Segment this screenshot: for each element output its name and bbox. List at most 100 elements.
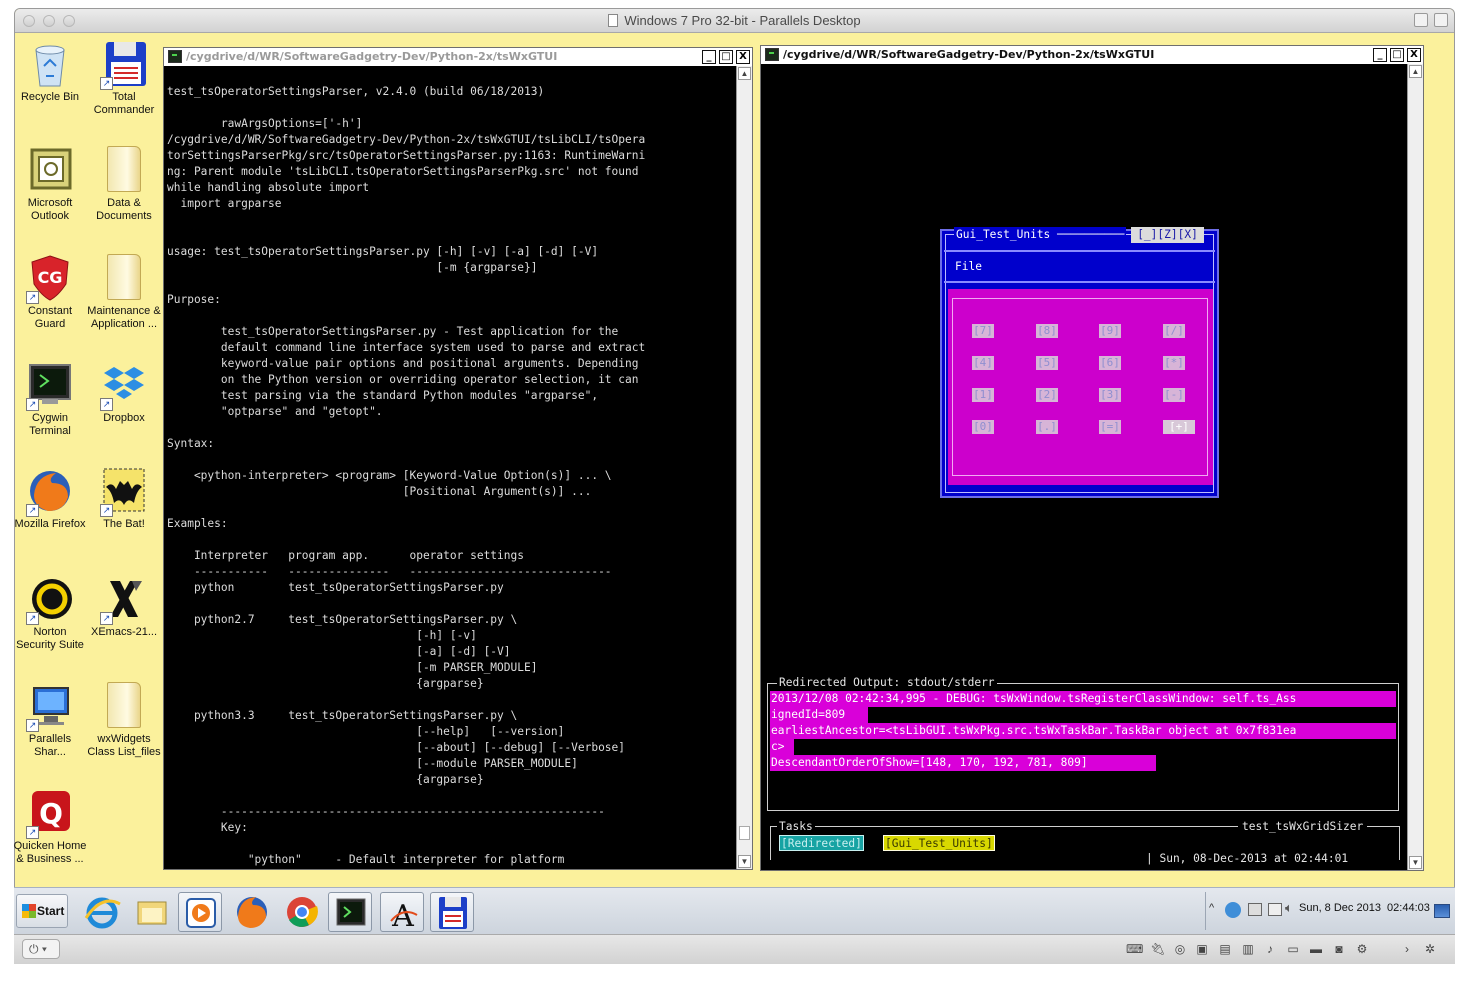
total-commander-button[interactable] bbox=[430, 892, 474, 932]
desktop-icon-parallels-shared[interactable]: ↗ Parallels Shar... bbox=[12, 682, 88, 759]
shortcut-arrow-icon: ↗ bbox=[26, 719, 39, 732]
desktop-icon-constant-guard[interactable]: CG ↗ Constant Guard bbox=[12, 254, 88, 331]
desktop-icon-wxwidgets[interactable]: wxWidgets Class List_files bbox=[86, 682, 162, 759]
desktop-icon-recycle-bin[interactable]: Recycle Bin bbox=[12, 40, 88, 104]
keypad-button[interactable]: [.] bbox=[1036, 420, 1058, 434]
keypad-button[interactable]: [0] bbox=[972, 420, 994, 434]
task-button-redirected[interactable]: [Redirected] bbox=[779, 835, 864, 851]
shortcut-arrow-icon: ↗ bbox=[100, 612, 113, 625]
maximize-button[interactable]: □ bbox=[719, 50, 733, 64]
firefox-button[interactable] bbox=[230, 892, 274, 932]
save-icon[interactable]: ▥ bbox=[1240, 941, 1256, 957]
windows-taskbar: Start A ^ 🔈︎ Sun, 8 Dec 2013 02:44:03 bbox=[14, 887, 1455, 934]
chrome-button[interactable] bbox=[280, 892, 324, 932]
gui-window-buttons[interactable]: [_][Z][X] bbox=[1131, 227, 1204, 243]
scroll-thumb[interactable] bbox=[739, 826, 750, 840]
show-desktop-button[interactable] bbox=[1434, 904, 1450, 918]
hard-disk-icon[interactable]: ▤ bbox=[1217, 941, 1233, 957]
keypad-button[interactable]: [6] bbox=[1099, 356, 1121, 370]
mac-titlebar[interactable]: Windows 7 Pro 32-bit - Parallels Desktop bbox=[15, 9, 1454, 33]
keypad-button[interactable]: [2] bbox=[1036, 388, 1058, 402]
desktop-icon-the-bat[interactable]: ↗ The Bat! bbox=[86, 467, 162, 531]
keypad-button[interactable]: [5] bbox=[1036, 356, 1058, 370]
the-bat-icon: ↗ bbox=[100, 467, 146, 517]
sound-icon[interactable]: ♪ bbox=[1262, 941, 1278, 957]
desktop-icon-data-documents[interactable]: Data & Documents bbox=[86, 146, 162, 223]
desktop-icon-total-commander[interactable]: ↗ Total Commander bbox=[86, 40, 162, 117]
floppy-disk-icon: ↗ bbox=[100, 40, 146, 90]
power-menu-button[interactable]: ⏻ ▾ bbox=[22, 939, 60, 959]
settings-icon[interactable]: ⚙ bbox=[1354, 941, 1370, 957]
title-divider bbox=[944, 250, 1215, 252]
cygwin-terminal-button[interactable] bbox=[328, 892, 372, 932]
desktop-icon-dropbox[interactable]: ↗ Dropbox bbox=[86, 361, 162, 425]
floppy-status-icon[interactable]: ▣ bbox=[1194, 941, 1210, 957]
cd-drive-icon[interactable]: ◎ bbox=[1172, 941, 1188, 957]
network-tray-icon[interactable] bbox=[1225, 902, 1241, 918]
scroll-down-icon[interactable]: ▼ bbox=[738, 855, 751, 868]
usb-icon[interactable]: 🔌︎ bbox=[1150, 941, 1166, 957]
action-center-icon[interactable] bbox=[1248, 903, 1262, 916]
left-terminal-window[interactable]: /cygdrive/d/WR/SoftwareGadgetry-Dev/Pyth… bbox=[163, 47, 753, 870]
shortcut-arrow-icon: ↗ bbox=[100, 77, 113, 90]
left-terminal-titlebar[interactable]: /cygdrive/d/WR/SoftwareGadgetry-Dev/Pyth… bbox=[164, 48, 752, 66]
desktop-icon-norton[interactable]: ↗ Norton Security Suite bbox=[12, 575, 88, 652]
show-hidden-icons-button[interactable]: ^ bbox=[1209, 902, 1214, 914]
tray-clock[interactable]: Sun, 8 Dec 2013 02:44:03 bbox=[1299, 902, 1430, 914]
explorer-button[interactable] bbox=[130, 892, 174, 932]
scroll-up-icon[interactable]: ▲ bbox=[1409, 65, 1422, 78]
shortcut-arrow-icon: ↗ bbox=[26, 826, 39, 839]
file-menu[interactable]: File bbox=[955, 259, 982, 275]
keyboard-icon[interactable]: ⌨ bbox=[1126, 941, 1143, 957]
close-button[interactable]: X bbox=[736, 50, 750, 64]
minimize-button[interactable]: _ bbox=[702, 50, 716, 64]
keypad-button[interactable]: [+] bbox=[1163, 420, 1195, 434]
keypad-button[interactable]: [-] bbox=[1163, 388, 1185, 402]
font-viewer-button[interactable]: A bbox=[380, 892, 424, 934]
desktop-icon-cygwin-terminal[interactable]: ↗ Cygwin Terminal bbox=[12, 361, 88, 438]
keypad-button[interactable]: [4] bbox=[972, 356, 994, 370]
desktop-icon-quicken[interactable]: Q ↗ Quicken Home & Business ... bbox=[12, 789, 88, 866]
coherence-icon[interactable] bbox=[1414, 13, 1428, 27]
keypad-button[interactable]: [1] bbox=[972, 388, 994, 402]
xemacs-icon: ↗ bbox=[100, 575, 146, 625]
scroll-down-icon[interactable]: ▼ bbox=[1409, 856, 1422, 869]
keypad-button[interactable]: [9] bbox=[1099, 324, 1121, 338]
desktop-icon-firefox[interactable]: ↗ Mozilla Firefox bbox=[12, 467, 88, 531]
gui-window-title: Gui_Test_Units ────────── bbox=[954, 227, 1127, 243]
shortcut-arrow-icon: ↗ bbox=[26, 504, 39, 517]
volume-icon[interactable]: 🔈︎ bbox=[1285, 900, 1293, 916]
desktop-icon-maintenance[interactable]: Maintenance & Application ... bbox=[86, 254, 162, 331]
chevron-right-icon[interactable]: › bbox=[1399, 941, 1415, 957]
svg-text:A: A bbox=[391, 899, 414, 933]
norton-icon: ↗ bbox=[26, 575, 72, 625]
scroll-up-icon[interactable]: ▲ bbox=[738, 67, 751, 80]
keypad-button[interactable]: [*] bbox=[1163, 356, 1185, 370]
task-button-gui-test-units[interactable]: [Gui_Test_Units] bbox=[883, 835, 995, 851]
left-terminal-scrollbar[interactable]: ▲ ▼ bbox=[736, 66, 752, 869]
start-button[interactable]: Start bbox=[16, 894, 68, 928]
media-player-button[interactable] bbox=[178, 892, 222, 932]
log-line: 2013/12/08 02:42:34,995 - DEBUG: tsWxWin… bbox=[770, 691, 1396, 707]
keypad-button[interactable]: [8] bbox=[1036, 324, 1058, 338]
keypad-button[interactable]: [7] bbox=[972, 324, 994, 338]
right-terminal-scrollbar[interactable]: ▲ ▼ bbox=[1407, 64, 1423, 870]
maximize-button[interactable]: □ bbox=[1390, 48, 1404, 62]
redirected-header: Redirected Output: stdout/stderr bbox=[777, 675, 997, 691]
camera-icon[interactable]: ◙ bbox=[1331, 941, 1347, 957]
printer-icon[interactable]: ▬ bbox=[1308, 941, 1324, 957]
keypad-button[interactable]: [=] bbox=[1099, 420, 1121, 434]
keypad-button[interactable]: [/] bbox=[1163, 324, 1185, 338]
network-adapter-icon[interactable]: ▭ bbox=[1285, 941, 1301, 957]
desktop-icon-outlook[interactable]: Microsoft Outlook bbox=[12, 146, 88, 223]
gear-icon[interactable]: ✲ bbox=[1422, 941, 1438, 957]
left-terminal-output[interactable]: test_tsOperatorSettingsParser, v2.4.0 (b… bbox=[167, 68, 734, 869]
internet-explorer-button[interactable] bbox=[80, 892, 124, 932]
fullscreen-icon[interactable] bbox=[1434, 13, 1448, 27]
desktop-icon-xemacs[interactable]: ↗ XEmacs-21... bbox=[86, 575, 162, 639]
keypad-button[interactable]: [3] bbox=[1099, 388, 1121, 402]
display-tray-icon[interactable] bbox=[1268, 903, 1282, 916]
close-button[interactable]: X bbox=[1407, 48, 1421, 62]
minimize-button[interactable]: _ bbox=[1373, 48, 1387, 62]
right-terminal-titlebar[interactable]: /cygdrive/d/WR/SoftwareGadgetry-Dev/Pyth… bbox=[761, 46, 1423, 64]
